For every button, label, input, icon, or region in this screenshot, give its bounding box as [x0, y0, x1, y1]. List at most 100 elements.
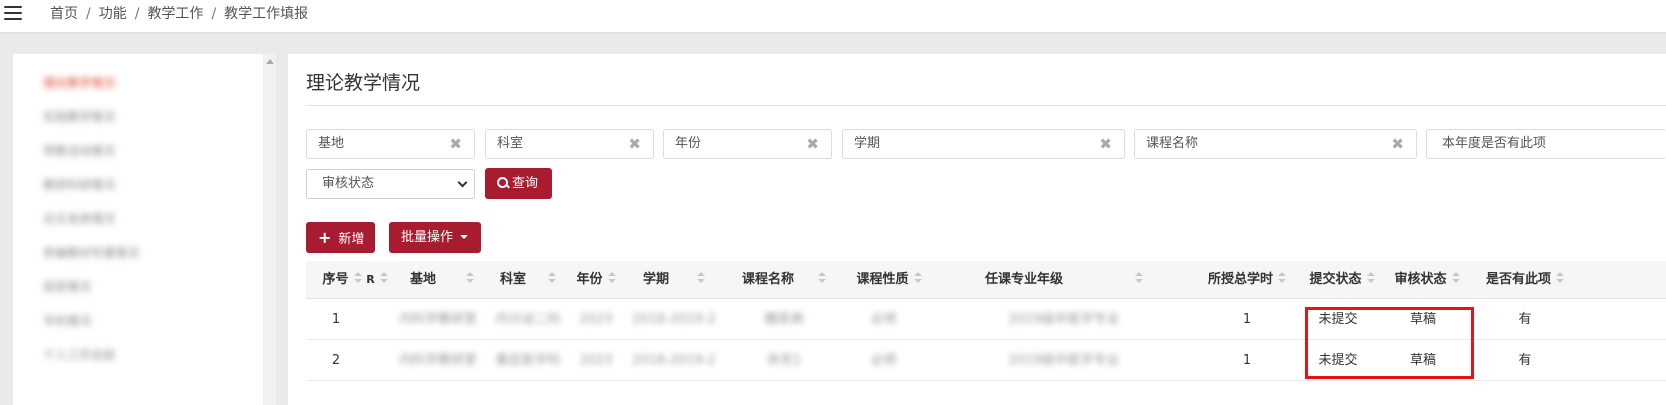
review-status-select[interactable]: 审核状态: [306, 169, 475, 199]
column-header-course[interactable]: 课程名称: [724, 261, 844, 299]
batch-button-label: 批量操作: [401, 230, 454, 245]
cell-course: 休克1: [766, 353, 802, 368]
sort-icon[interactable]: [1451, 272, 1460, 284]
column-header-dept[interactable]: 科室: [488, 261, 568, 299]
sidebar-item-papers[interactable]: 论文发表情况: [13, 210, 263, 244]
table-row[interactable]: 2 内科学教研室 重症医学科 2023 2018-2019-2 休克1 必修 2…: [306, 340, 1666, 381]
page-title: 理论教学情况: [306, 72, 421, 94]
cell-review-status: 草稿: [1409, 312, 1436, 327]
column-header-has[interactable]: 是否有此项: [1470, 261, 1580, 299]
year-filter-placeholder: 年份: [675, 136, 702, 151]
cell-year: 2023: [579, 353, 613, 368]
caret-down-icon: [460, 235, 469, 239]
sort-icon[interactable]: [607, 272, 616, 284]
has-item-filter-placeholder: 本年度是否有此项: [1442, 136, 1547, 151]
cell-course: 糖尿病: [764, 312, 804, 327]
column-header-submit[interactable]: 提交状态: [1300, 261, 1384, 299]
cell-hours: 1: [1242, 312, 1252, 327]
sidebar-item-awards[interactable]: 获奖情况: [13, 278, 263, 312]
scroll-up-arrow-icon[interactable]: [266, 59, 274, 64]
cell-dept: 重症医学科: [495, 353, 561, 368]
term-filter-placeholder: 学期: [854, 136, 881, 151]
dept-filter-placeholder: 科室: [497, 136, 524, 151]
clear-base-icon[interactable]: ✖: [449, 130, 462, 158]
sort-icon[interactable]: [353, 272, 362, 284]
sidebar-item-patents[interactable]: 专利情况: [13, 312, 263, 346]
batch-operations-dropdown[interactable]: 批量操作: [389, 222, 481, 253]
sidebar-item-practice-teaching[interactable]: 实践教学情况: [13, 108, 263, 142]
year-filter-input[interactable]: 年份 ✖: [663, 129, 832, 159]
course-filter-placeholder: 课程名称: [1146, 136, 1199, 151]
cell-major: 2019级中医学专业: [1008, 312, 1120, 327]
add-button[interactable]: + 新增: [306, 222, 375, 253]
cell-submit-status: 未提交: [1318, 353, 1358, 368]
top-bar: 首页 / 功能 / 教学工作 / 教学工作填报: [0, 0, 1666, 32]
cell-year: 2023: [579, 312, 613, 327]
cell-index: 1: [331, 312, 341, 327]
cell-review-status: 草稿: [1409, 353, 1436, 368]
cell-hours: 1: [1242, 353, 1252, 368]
breadcrumb: 首页 / 功能 / 教学工作 / 教学工作填报: [50, 6, 309, 22]
hamburger-menu-icon[interactable]: [3, 4, 23, 22]
sidebar-scrollbar[interactable]: [263, 54, 276, 405]
query-button[interactable]: 查询: [485, 168, 552, 199]
column-header-index[interactable]: 序号: [316, 261, 368, 299]
data-table: 序号 R 基地 科室 年份 学期 课程名称 课程性质 任课专业年级 所授总学时 …: [306, 261, 1666, 405]
has-item-filter-select[interactable]: 本年度是否有此项: [1426, 129, 1666, 159]
sort-icon[interactable]: [697, 272, 705, 284]
sort-icon[interactable]: [913, 272, 922, 284]
review-status-value: 审核状态: [322, 176, 375, 191]
main-scrollbar[interactable]: [1650, 54, 1666, 405]
cell-submit-status: 未提交: [1318, 312, 1358, 327]
sort-icon[interactable]: [548, 272, 556, 284]
sort-icon[interactable]: [1278, 272, 1286, 284]
sidebar: 理论教学情况 实践教学情况 带教活动情况 教研科研情况 论文发表情况 参编教材专…: [13, 54, 263, 405]
sidebar-item-theory-teaching[interactable]: 理论教学情况: [13, 74, 263, 108]
cell-dept: 内分泌二科: [495, 312, 561, 327]
cell-has-item: 有: [1518, 312, 1532, 327]
cell-index: 2: [331, 353, 341, 368]
dept-filter-input[interactable]: 科室 ✖: [485, 129, 654, 159]
column-header-year[interactable]: 年份: [568, 261, 624, 299]
column-header-term[interactable]: 学期: [624, 261, 724, 299]
sidebar-item-mentoring[interactable]: 带教活动情况: [13, 142, 263, 176]
cell-base: 内科学教研室: [398, 312, 477, 327]
sidebar-item-textbooks[interactable]: 参编教材专著情况: [13, 244, 263, 278]
sort-icon[interactable]: [466, 272, 474, 284]
table-row[interactable]: 1 内科学教研室 内分泌二科 2023 2018-2019-2 糖尿病 必修 2…: [306, 299, 1666, 340]
sort-icon[interactable]: [379, 272, 388, 284]
course-filter-input[interactable]: 课程名称 ✖: [1134, 129, 1417, 159]
search-icon: [497, 177, 508, 188]
sort-icon[interactable]: [1366, 272, 1375, 284]
base-filter-input[interactable]: 基地 ✖: [306, 129, 475, 159]
sort-icon[interactable]: [1135, 272, 1143, 284]
sidebar-item-research[interactable]: 教研科研情况: [13, 176, 263, 210]
cell-has-item: 有: [1518, 353, 1532, 368]
sort-icon[interactable]: [818, 272, 826, 284]
column-header-hours[interactable]: 所授总学时: [1194, 261, 1300, 299]
breadcrumb-teaching-work[interactable]: 教学工作: [147, 6, 203, 22]
sidebar-item-summary[interactable]: 个人工作总结: [13, 346, 263, 380]
clear-dept-icon[interactable]: ✖: [628, 130, 641, 158]
cell-major: 2019级中医学专业: [1008, 353, 1120, 368]
title-divider: [306, 105, 1666, 106]
clear-term-icon[interactable]: ✖: [1099, 130, 1112, 158]
cell-term: 2018-2019-2: [632, 353, 716, 368]
add-button-label: 新增: [338, 232, 365, 247]
clear-course-icon[interactable]: ✖: [1391, 130, 1404, 158]
plus-icon: +: [318, 228, 332, 247]
column-header-r[interactable]: R: [362, 261, 392, 299]
column-header-base[interactable]: 基地: [396, 261, 488, 299]
breadcrumb-functions[interactable]: 功能: [99, 6, 127, 22]
cell-nature: 必修: [870, 353, 897, 368]
column-header-review[interactable]: 审核状态: [1384, 261, 1470, 299]
cell-base: 内科学教研室: [398, 353, 477, 368]
chevron-down-icon: [457, 177, 468, 188]
column-header-nature[interactable]: 课程性质: [844, 261, 934, 299]
sort-icon[interactable]: [1556, 272, 1564, 284]
clear-year-icon[interactable]: ✖: [806, 130, 819, 158]
breadcrumb-home[interactable]: 首页: [50, 6, 78, 22]
term-filter-input[interactable]: 学期 ✖: [842, 129, 1125, 159]
column-header-major[interactable]: 任课专业年级: [934, 261, 1194, 299]
base-filter-placeholder: 基地: [318, 136, 345, 151]
